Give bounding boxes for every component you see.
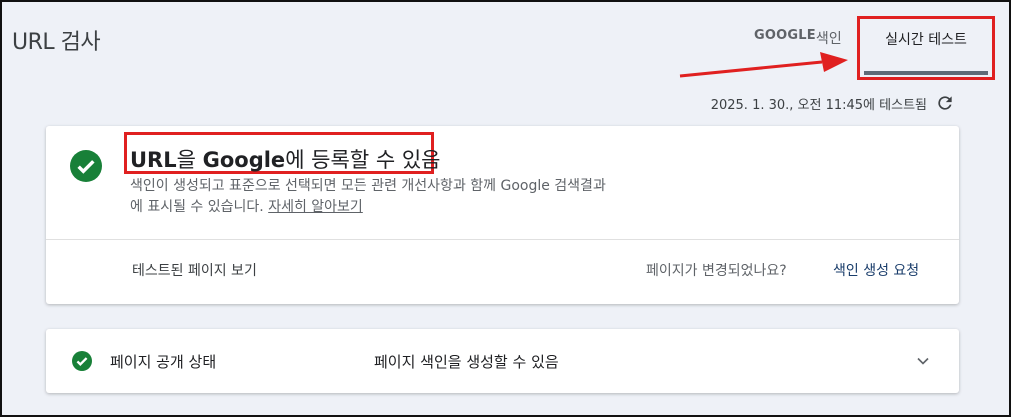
- request-indexing-button[interactable]: 색인 생성 요청: [833, 260, 919, 280]
- description-line-2-text: 에 표시될 수 있습니다.: [130, 199, 264, 215]
- divider: [46, 239, 959, 240]
- chevron-down-icon[interactable]: [913, 351, 933, 371]
- check-circle-icon: [72, 351, 92, 371]
- view-tested-page-button[interactable]: 테스트된 페이지 보기: [132, 260, 257, 280]
- availability-value: 페이지 색인을 생성할 수 있음: [374, 353, 559, 371]
- tab-live-test-label: 실시간 테스트: [885, 32, 967, 48]
- availability-label: 페이지 공개 상태: [110, 353, 217, 371]
- result-headline: URL을 Google에 등록할 수 있음: [130, 144, 440, 174]
- check-circle-icon: [70, 150, 102, 182]
- refresh-icon[interactable]: [935, 93, 955, 113]
- annotation-arrow: [679, 52, 848, 78]
- tested-timestamp: 2025. 1. 30., 오전 11:45에 테스트됨: [710, 98, 927, 113]
- description-line-1: 색인이 생성되고 표준으로 선택되면 모든 관련 개선사항과 함께 Google…: [130, 178, 606, 194]
- learn-more-link[interactable]: 자세히 알아보기: [268, 199, 363, 215]
- page-title: URL 검사: [12, 30, 101, 55]
- availability-row[interactable]: 페이지 공개 상태 페이지 색인을 생성할 수 있음: [46, 329, 959, 393]
- result-card: URL을 Google에 등록할 수 있음 색인이 생성되고 표준으로 선택되면…: [46, 126, 959, 304]
- headline-particle: 을: [176, 148, 203, 172]
- tab-live-test[interactable]: 실시간 테스트: [857, 16, 995, 80]
- description-line-2: 에 표시될 수 있습니다. 자세히 알아보기: [130, 197, 730, 218]
- headline-google: Google: [202, 148, 286, 172]
- page-changed-question: 페이지가 변경되었나요?: [646, 263, 787, 279]
- active-tab-indicator: [864, 71, 988, 75]
- tab-google-index-prefix: GOOGLE: [754, 28, 816, 43]
- tab-google-index-suffix: 색인: [815, 31, 842, 47]
- headline-end: 에 등록할 수 있음: [285, 148, 441, 172]
- headline-url: URL: [130, 148, 177, 172]
- result-description: 색인이 생성되고 표준으로 선택되면 모든 관련 개선사항과 함께 Google…: [130, 176, 730, 218]
